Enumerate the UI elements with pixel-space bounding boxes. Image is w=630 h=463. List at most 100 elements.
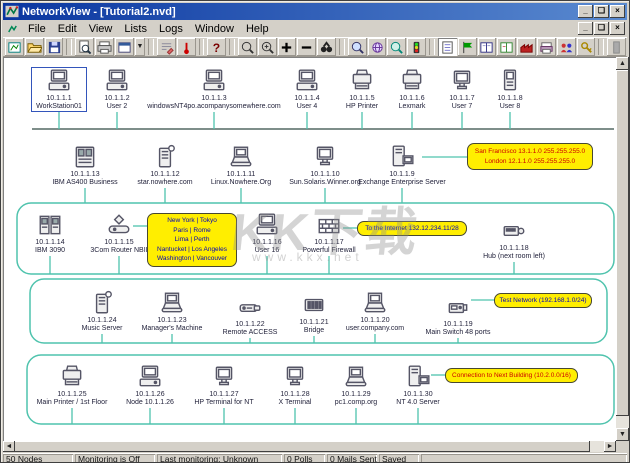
window-layout-button[interactable] (115, 38, 134, 56)
spacer-button[interactable] (607, 38, 626, 56)
save-button[interactable] (45, 38, 64, 56)
note-4[interactable]: Connection to Next Building (10.2.0.0/16… (445, 368, 578, 383)
node-label: Main Switch 48 ports (413, 329, 503, 337)
node-10.1.1.16[interactable]: 10.1.1.16User 16 (239, 212, 295, 255)
restore-button[interactable]: ❏ (594, 5, 609, 18)
monitor-icon (449, 68, 475, 94)
node-label: User 7 (436, 103, 488, 111)
node-label: Node 10.1.1.26 (115, 399, 185, 407)
node-label: Main Printer / 1st Floor (27, 399, 117, 407)
address-book-button[interactable] (478, 38, 497, 56)
scroll-left-button[interactable]: ◄ (3, 441, 15, 452)
scroll-right-button[interactable]: ► (604, 441, 616, 452)
node-10.1.1.5[interactable]: 10.1.1.5HP Printer (332, 68, 392, 111)
node-label: pc1.comp.org (325, 399, 387, 407)
zoom-minus-button[interactable] (297, 38, 316, 56)
discovery-icon (159, 40, 174, 55)
node-10.1.1.27[interactable]: 10.1.1.27HP Terminal for NT (184, 364, 264, 407)
find-node-button[interactable] (317, 38, 336, 56)
help-button[interactable]: ? (207, 38, 226, 56)
node-10.1.1.30[interactable]: 10.1.1.30NT 4.0 Server (386, 364, 450, 407)
zoom-normal-button[interactable] (238, 38, 257, 56)
window-layout-dropdown[interactable]: ▼ (135, 38, 145, 56)
notepad-button[interactable] (438, 38, 457, 56)
note-2[interactable]: To the Internet 132.12.234.11/28 (357, 221, 467, 236)
menu-window[interactable]: Window (189, 22, 240, 36)
spacer-icon (609, 40, 624, 55)
discovery-button[interactable] (157, 38, 176, 56)
menu-lists[interactable]: Lists (118, 22, 153, 36)
monitor-icon (211, 364, 237, 390)
security-icon (579, 40, 594, 55)
node-10.1.1.19[interactable]: 10.1.1.19Main Switch 48 ports (413, 294, 503, 337)
node-10.1.1.29[interactable]: 10.1.1.29pc1.comp.org (325, 364, 387, 407)
mib-factory-button[interactable] (517, 38, 536, 56)
menu-file[interactable]: File (22, 22, 52, 36)
switch-icon (445, 294, 471, 320)
traffic-light-button[interactable] (407, 38, 426, 56)
node-10.1.1.8[interactable]: 10.1.1.8User 8 (484, 68, 536, 111)
window-layout-icon (117, 40, 132, 55)
node-10.1.1.28[interactable]: 10.1.1.28X Terminal (267, 364, 323, 407)
print-button[interactable] (95, 38, 114, 56)
node-10.1.1.25[interactable]: 10.1.1.25Main Printer / 1st Floor (27, 364, 117, 407)
report-printer-icon (539, 40, 554, 55)
note-3[interactable]: Test Network (192.168.1.0/24) (494, 293, 592, 308)
node-10.1.1.26[interactable]: 10.1.1.26Node 10.1.1.26 (115, 364, 185, 407)
minimize-button[interactable]: _ (578, 5, 593, 18)
node-ip: 10.1.1.24 (69, 317, 135, 325)
print-preview-icon (77, 40, 92, 55)
close-button[interactable]: × (610, 5, 625, 18)
node-ip: 10.1.1.14 (20, 239, 80, 247)
mdi-restore-button[interactable]: ❏ (594, 22, 609, 35)
new-map-icon (7, 40, 22, 55)
mib-factory-icon (519, 40, 534, 55)
view-globe-button[interactable] (368, 38, 387, 56)
node-10.1.1.24[interactable]: 10.1.1.24Music Server (69, 290, 135, 333)
zoom-plus-button[interactable] (278, 38, 297, 56)
log-book-button[interactable] (497, 38, 516, 56)
vertical-scrollbar-thumb[interactable] (616, 70, 629, 416)
view-list-button[interactable] (348, 38, 367, 56)
mdi-close-button[interactable]: × (610, 22, 625, 35)
horizontal-scrollbar-thumb[interactable] (14, 441, 590, 452)
users-button[interactable] (557, 38, 576, 56)
mdi-minimize-button[interactable]: _ (578, 22, 593, 35)
node-10.1.1.17[interactable]: 10.1.1.17Powerful Firewall (292, 212, 366, 255)
note-0[interactable]: San Francisco 13.1.1.0 255.255.255.0Lond… (467, 143, 593, 170)
node-10.1.1.21[interactable]: 10.1.1.21Bridge (289, 292, 339, 335)
status-cell-6 (421, 454, 627, 463)
menu-help[interactable]: Help (240, 22, 275, 36)
print-preview-button[interactable] (75, 38, 94, 56)
node-label: Powerful Firewall (292, 247, 366, 255)
node-10.1.1.22[interactable]: 10.1.1.22Remote ACCESS (212, 294, 288, 337)
scroll-down-button[interactable]: ▼ (616, 428, 629, 441)
node-10.1.1.7[interactable]: 10.1.1.7User 7 (436, 68, 488, 111)
scroll-up-button[interactable]: ▲ (616, 57, 629, 70)
node-10.1.1.23[interactable]: 10.1.1.23Manager's Machine (130, 290, 214, 333)
status-cell-5: Saved (379, 454, 419, 463)
status-cell-1: Monitoring is Off (75, 454, 155, 463)
node-10.1.1.6[interactable]: 10.1.1.6Lexmark (384, 68, 440, 111)
menu-logs[interactable]: Logs (153, 22, 189, 36)
zoom-in-button[interactable] (258, 38, 277, 56)
security-button[interactable] (577, 38, 596, 56)
node-10.1.1.18[interactable]: 10.1.1.18Hub (next room left) (469, 218, 559, 261)
map-canvas[interactable]: KK下载 www.kkx.net 10.1.1.1WorkStation0110… (3, 57, 616, 441)
title-bar[interactable]: NetworkView - [Tutorial2.nvd] _ ❏ × (3, 3, 627, 20)
node-10.1.1.9[interactable]: 10.1.1.9Exchange Enterprise Server (347, 144, 457, 187)
menu-edit[interactable]: Edit (52, 22, 83, 36)
open-button[interactable] (25, 38, 44, 56)
view-mag-button[interactable] (387, 38, 406, 56)
node-10.1.1.14[interactable]: 10.1.1.14IBM 3090 (20, 212, 80, 255)
report-printer-button[interactable] (537, 38, 556, 56)
new-map-button[interactable] (5, 38, 24, 56)
node-label: user.company.com (334, 325, 416, 333)
flag-button[interactable] (458, 38, 477, 56)
toolbar-separator (148, 39, 154, 55)
threshold-button[interactable] (177, 38, 196, 56)
zoom-minus-icon (299, 40, 314, 55)
note-1[interactable]: New York | TokyoParis | RomeLima | Perth… (147, 213, 237, 267)
node-10.1.1.20[interactable]: 10.1.1.20user.company.com (334, 290, 416, 333)
menu-view[interactable]: View (83, 22, 119, 36)
